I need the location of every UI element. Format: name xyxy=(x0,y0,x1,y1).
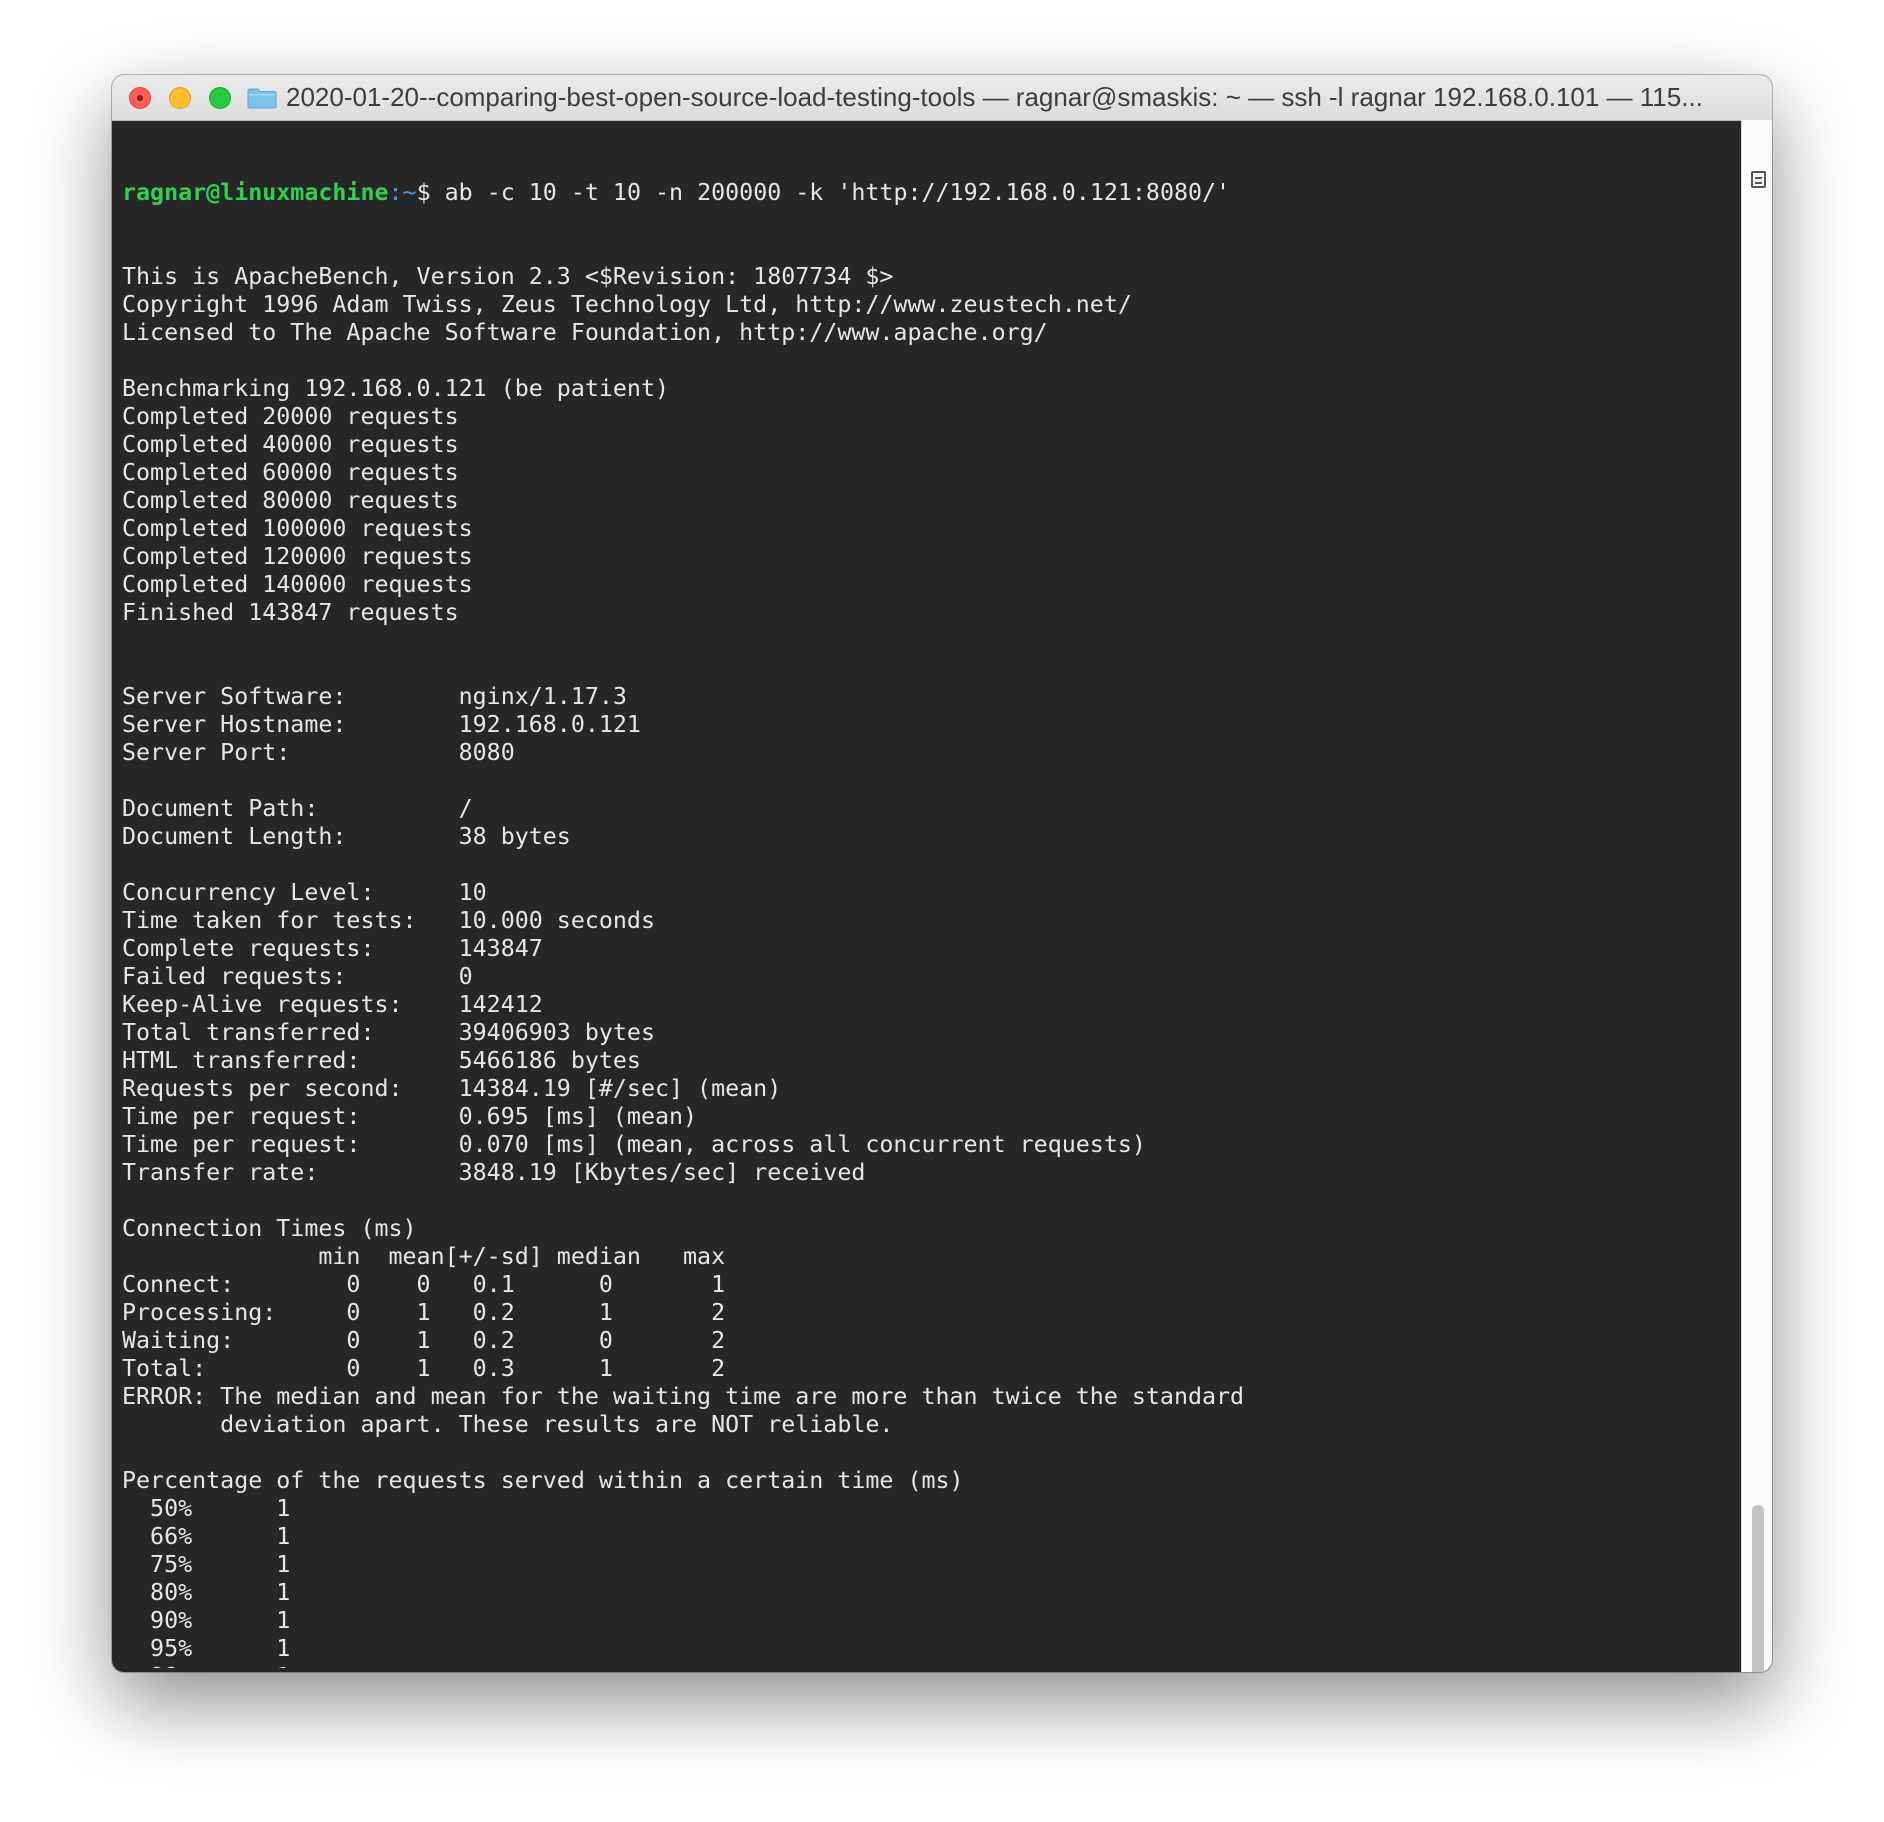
output-line: min mean[+/-sd] median max xyxy=(122,1243,726,1270)
output-line: Waiting: 0 1 0.2 0 2 xyxy=(122,1327,726,1354)
command-line: ragnar@linuxmachine:~$ ab -c 10 -t 10 -n… xyxy=(122,179,1747,207)
output-line: 98% 1 xyxy=(122,1663,1747,1668)
output-line: Server Software: nginx/1.17.3 xyxy=(122,683,627,710)
output-line: Failed requests: 0 xyxy=(122,963,473,990)
output-line: 95% 1 xyxy=(122,1635,291,1662)
prompt-symbol: $ xyxy=(416,179,445,206)
output-line: Finished 143847 requests xyxy=(122,599,459,626)
output-line: Processing: 0 1 0.2 1 2 xyxy=(122,1299,726,1326)
output-line: Completed 80000 requests xyxy=(122,487,459,514)
window-title: 2020-01-20--comparing-best-open-source-l… xyxy=(286,82,1703,112)
output-line: Completed 100000 requests xyxy=(122,515,473,542)
output-line: 75% 1 xyxy=(122,1551,291,1578)
output-line: Total: 0 1 0.3 1 2 xyxy=(122,1355,726,1382)
output-line: Keep-Alive requests: 142412 xyxy=(122,991,543,1018)
zoom-button[interactable] xyxy=(209,87,231,109)
output-line: deviation apart. These results are NOT r… xyxy=(122,1411,894,1438)
output-line: Transfer rate: 3848.19 [Kbytes/sec] rece… xyxy=(122,1159,866,1186)
output-line: Completed 120000 requests xyxy=(122,543,473,570)
minimize-button[interactable] xyxy=(169,87,191,109)
output-line: HTML transferred: 5466186 bytes xyxy=(122,1047,641,1074)
output-line: ERROR: The median and mean for the waiti… xyxy=(122,1383,1245,1410)
output-line: Time taken for tests: 10.000 seconds xyxy=(122,907,655,934)
command-output: This is ApacheBench, Version 2.3 <$Revis… xyxy=(122,263,1747,1668)
prompt-path: :~ xyxy=(388,179,417,206)
scrollbar-thumb[interactable] xyxy=(1752,1505,1764,1672)
command-text: ab -c 10 -t 10 -n 200000 -k 'http://192.… xyxy=(444,179,1231,206)
output-line: Completed 40000 requests xyxy=(122,431,459,458)
output-line: 66% 1 xyxy=(122,1523,291,1550)
output-line: Time per request: 0.695 [ms] (mean) xyxy=(122,1103,698,1130)
output-line: 50% 1 xyxy=(122,1495,291,1522)
output-line: Licensed to The Apache Software Foundati… xyxy=(122,319,1048,346)
output-line: Completed 20000 requests xyxy=(122,403,459,430)
output-line: 90% 1 xyxy=(122,1607,291,1634)
scrollbar-track[interactable] xyxy=(1741,120,1772,1672)
output-line: Percentage of the requests served within… xyxy=(122,1467,964,1494)
close-button[interactable] xyxy=(129,87,151,109)
output-line: Document Path: / xyxy=(122,795,473,822)
output-line: Connect: 0 0 0.1 0 1 xyxy=(122,1271,726,1298)
output-line: Copyright 1996 Adam Twiss, Zeus Technolo… xyxy=(122,291,1132,318)
output-line: Concurrency Level: 10 xyxy=(122,879,487,906)
output-line: Benchmarking 192.168.0.121 (be patient) xyxy=(122,375,670,402)
terminal-content[interactable]: ragnar@linuxmachine:~$ ab -c 10 -t 10 -n… xyxy=(122,123,1747,1668)
output-line: Server Port: 8080 xyxy=(122,739,515,766)
output-line: Document Length: 38 bytes xyxy=(122,823,571,850)
output-line: Time per request: 0.070 [ms] (mean, acro… xyxy=(122,1131,1146,1158)
output-line: Connection Times (ms) xyxy=(122,1215,417,1242)
terminal-window: 2020-01-20--comparing-best-open-source-l… xyxy=(112,75,1772,1672)
output-line: Requests per second: 14384.19 [#/sec] (m… xyxy=(122,1075,782,1102)
title-bar[interactable]: 2020-01-20--comparing-best-open-source-l… xyxy=(112,75,1772,121)
output-line: Total transferred: 39406903 bytes xyxy=(122,1019,655,1046)
output-line: Server Hostname: 192.168.0.121 xyxy=(122,711,641,738)
output-line: This is ApacheBench, Version 2.3 <$Revis… xyxy=(122,263,894,290)
output-line: Completed 60000 requests xyxy=(122,459,459,486)
prompt-user-host: ragnar@linuxmachine xyxy=(122,179,389,206)
folder-icon xyxy=(247,88,277,109)
split-pane-icon[interactable] xyxy=(1751,171,1766,188)
output-line: Completed 140000 requests xyxy=(122,571,473,598)
output-line: 80% 1 xyxy=(122,1579,291,1606)
output-line: Complete requests: 143847 xyxy=(122,935,543,962)
